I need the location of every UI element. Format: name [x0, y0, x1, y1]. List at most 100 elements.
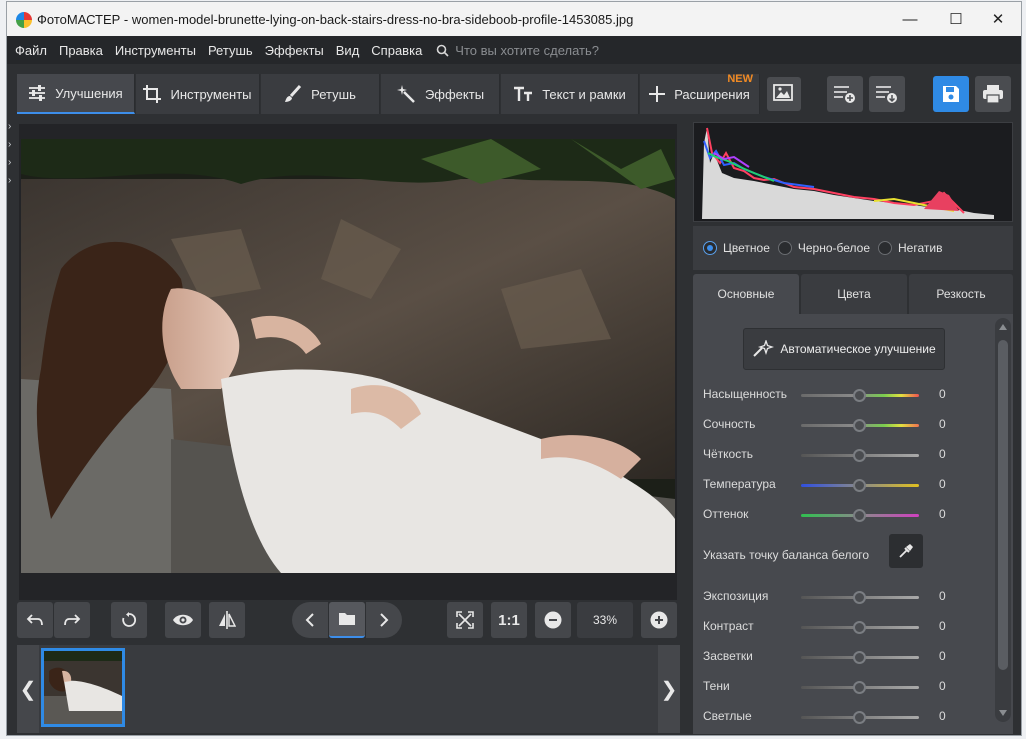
undo-button[interactable]: [17, 602, 53, 638]
tab-tools[interactable]: Инструменты: [136, 74, 260, 114]
preview-button[interactable]: [165, 602, 201, 638]
zoom-level[interactable]: 33%: [577, 602, 633, 638]
radio-button[interactable]: [703, 241, 717, 255]
filmstrip-prev-button[interactable]: ❮: [17, 645, 39, 733]
reset-button[interactable]: [111, 602, 147, 638]
previous-photo-button[interactable]: [292, 602, 328, 638]
mode-negative[interactable]: Негатив: [878, 241, 942, 255]
tab-enhancements[interactable]: Улучшения: [17, 74, 135, 114]
save-icon: [943, 86, 959, 102]
load-preset-button[interactable]: [869, 76, 905, 112]
search-icon: [436, 44, 449, 57]
zoom-in-button[interactable]: [641, 602, 677, 638]
expand-arrow-icon[interactable]: ›: [8, 122, 16, 132]
chevron-up-icon[interactable]: [999, 324, 1007, 330]
slider-value: 0: [939, 619, 946, 633]
slider-label: Оттенок: [703, 507, 749, 521]
open-folder-button[interactable]: [329, 602, 365, 638]
main-photo[interactable]: [21, 139, 675, 573]
slider-label: Светлые: [703, 709, 752, 723]
panel-tabs: Основные Цвета Резкость: [693, 274, 1013, 314]
text-icon: [514, 86, 533, 101]
menu-file[interactable]: Файл: [15, 43, 47, 58]
image-gallery-button[interactable]: [767, 77, 801, 111]
main-toolbar: Улучшения Инструменты Ретушь Эффекты Тек…: [7, 64, 1021, 118]
radio-button[interactable]: [878, 241, 893, 255]
color-mode-group: Цветное Черно-белое Негатив: [693, 226, 1013, 270]
menu-tools[interactable]: Инструменты: [115, 43, 196, 58]
slider-handle[interactable]: [853, 621, 866, 634]
zoom-out-button[interactable]: [535, 602, 571, 638]
slider-handle[interactable]: [853, 389, 866, 402]
close-button[interactable]: ✕: [975, 2, 1021, 36]
scrollbar-thumb[interactable]: [998, 340, 1008, 670]
title-bar: ФотоМАСТЕР - women-model-brunette-lying-…: [7, 2, 1021, 36]
slider-value: 0: [939, 589, 946, 603]
slider-handle[interactable]: [853, 711, 866, 724]
slider-handle[interactable]: [853, 681, 866, 694]
tab-effects[interactable]: Эффекты: [381, 74, 500, 114]
menu-retouch[interactable]: Ретушь: [208, 43, 253, 58]
eyedropper-icon: [899, 544, 913, 558]
compare-button[interactable]: [209, 602, 245, 638]
next-photo-button[interactable]: [366, 602, 402, 638]
folder-icon: [339, 613, 355, 625]
reset-icon: [122, 612, 137, 627]
slider-handle[interactable]: [853, 479, 866, 492]
tab-extensions[interactable]: Расширения NEW: [640, 73, 760, 114]
slider-handle[interactable]: [853, 509, 866, 522]
tab-label: Инструменты: [170, 86, 252, 102]
slider-label: Температура: [703, 477, 776, 491]
slider-handle[interactable]: [853, 419, 866, 432]
menu-edit[interactable]: Правка: [59, 43, 103, 58]
mode-bw[interactable]: Черно-белое: [777, 241, 871, 255]
expand-arrow-icon[interactable]: ›: [8, 176, 16, 186]
menu-search[interactable]: Что вы хотите сделать?: [436, 43, 599, 58]
maximize-button[interactable]: ☐: [933, 2, 979, 36]
magic-wand-icon: [396, 85, 415, 103]
printer-icon: [983, 85, 1003, 104]
basic-settings: Автоматическое улучшение Насыщенность 0 …: [693, 314, 1013, 734]
mode-label: Черно-белое: [797, 241, 871, 255]
print-button[interactable]: [975, 76, 1011, 112]
add-preset-button[interactable]: [827, 76, 863, 112]
slider-value: 0: [939, 507, 946, 521]
fullscreen-icon: [456, 611, 474, 629]
expand-arrow-icon[interactable]: ›: [8, 158, 16, 168]
chevron-down-icon[interactable]: [999, 710, 1007, 716]
white-balance-picker-button[interactable]: [889, 534, 923, 568]
minimize-button[interactable]: —: [887, 2, 933, 36]
tab-sharpness[interactable]: Резкость: [909, 274, 1013, 314]
radio-button[interactable]: [777, 241, 792, 255]
panel-scrollbar[interactable]: [995, 318, 1011, 722]
slider-handle[interactable]: [853, 449, 866, 462]
tab-label: Улучшения: [55, 85, 123, 101]
slider-value: 0: [939, 649, 946, 663]
tab-retouch[interactable]: Ретушь: [261, 74, 380, 114]
white-balance-label: Указать точку баланса белого: [703, 548, 870, 562]
menu-effects[interactable]: Эффекты: [265, 43, 324, 58]
slider-handle[interactable]: [853, 591, 866, 604]
tab-basic[interactable]: Основные: [693, 274, 799, 314]
menu-view[interactable]: Вид: [336, 43, 360, 58]
menu-bar: Файл Правка Инструменты Ретушь Эффекты В…: [7, 36, 1021, 64]
mode-color[interactable]: Цветное: [703, 241, 770, 255]
redo-button[interactable]: [54, 602, 90, 638]
slider-handle[interactable]: [853, 651, 866, 664]
tab-colors[interactable]: Цвета: [801, 274, 907, 314]
filmstrip-next-button[interactable]: ❯: [658, 645, 680, 733]
menu-help[interactable]: Справка: [371, 43, 422, 58]
expand-arrow-icon[interactable]: ›: [8, 140, 16, 150]
fit-screen-button[interactable]: [447, 602, 483, 638]
slider-value: 0: [939, 417, 946, 431]
save-button[interactable]: [933, 76, 969, 112]
auto-enhance-button[interactable]: Автоматическое улучшение: [743, 328, 945, 370]
new-badge: NEW: [727, 73, 753, 85]
slider-value: 0: [939, 387, 946, 401]
filmstrip: ❮ ❯: [17, 645, 680, 733]
slider-label: Тени: [703, 679, 730, 693]
tab-text-frames[interactable]: Текст и рамки: [501, 74, 639, 114]
plus-icon: [649, 86, 666, 102]
actual-size-button[interactable]: 1:1: [491, 602, 527, 638]
photo-thumbnail[interactable]: [41, 648, 125, 727]
